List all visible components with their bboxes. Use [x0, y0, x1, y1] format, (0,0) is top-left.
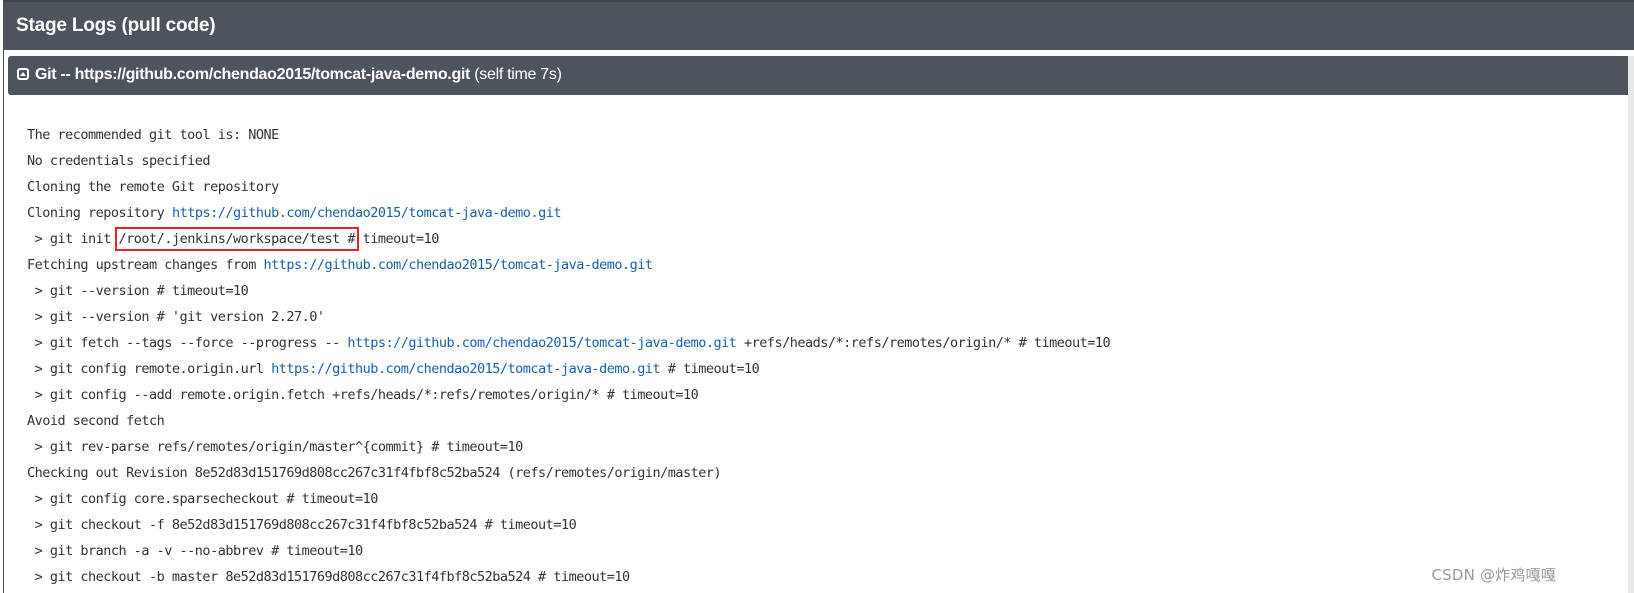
step-title: Git -- https://github.com/chendao2015/to… — [35, 66, 562, 84]
vertical-scrollbar[interactable] — [1628, 56, 1634, 593]
log-line: Avoid second fetch — [27, 413, 165, 429]
log-line: > git rev-parse refs/remotes/origin/mast… — [27, 439, 524, 455]
log-line: > git config --add remote.origin.fetch +… — [27, 387, 699, 403]
log-text: Cloning repository — [27, 205, 172, 221]
log-line: > git fetch --tags --force --progress --… — [27, 330, 1587, 356]
log-line: > git --version # timeout=10 — [27, 283, 249, 299]
stage-logs-panel: Stage Logs (pull code) Git -- https://gi… — [3, 0, 1634, 593]
log-line: > git config remote.origin.url https://g… — [27, 356, 1587, 382]
collapse-square-icon[interactable] — [17, 68, 29, 80]
log-text: Fetching upstream changes from — [27, 257, 264, 273]
log-line: > git checkout -b master 8e52d83d151769d… — [27, 569, 630, 585]
stage-header: Stage Logs (pull code) — [4, 0, 1634, 50]
log-line: > git checkout -f 8e52d83d151769d808cc26… — [27, 517, 577, 533]
log-line: No credentials specified — [27, 153, 211, 169]
repo-link[interactable]: https://github.com/chendao2015/tomcat-ja… — [172, 205, 562, 221]
log-line: > git --version # 'git version 2.27.0' — [27, 309, 325, 325]
log-text: +refs/heads/*:refs/remotes/origin/* # ti… — [736, 335, 1111, 351]
highlighted-workspace-path: /root/.jenkins/workspace/test # — [114, 227, 360, 251]
log-line: Cloning repository https://github.com/ch… — [27, 200, 1587, 226]
log-line: > git config core.sparsecheckout # timeo… — [27, 491, 379, 507]
step-self-time: (self time 7s) — [474, 66, 562, 83]
log-line-git-init: > git init /root/.jenkins/workspace/test… — [27, 226, 1587, 252]
stage-title: Stage Logs (pull code) — [16, 15, 216, 36]
log-text: timeout=10 — [355, 231, 440, 247]
log-text: # timeout=10 — [660, 361, 760, 377]
log-text: > git init — [27, 231, 119, 247]
log-text: > git fetch --tags --force --progress -- — [27, 335, 348, 351]
log-text: > git config remote.origin.url — [27, 361, 272, 377]
csdn-watermark: CSDN @炸鸡嘎嘎 — [1431, 566, 1556, 584]
repo-link[interactable]: https://github.com/chendao2015/tomcat-ja… — [347, 335, 737, 351]
repo-link[interactable]: https://github.com/chendao2015/tomcat-ja… — [271, 361, 661, 377]
log-line: Fetching upstream changes from https://g… — [27, 252, 1587, 278]
log-line: > git branch -a -v --no-abbrev # timeout… — [27, 543, 364, 559]
step-label: Git -- https://github.com/chendao2015/to… — [35, 66, 471, 83]
log-line: Cloning the remote Git repository — [27, 179, 279, 195]
git-step-header[interactable]: Git -- https://github.com/chendao2015/to… — [8, 56, 1634, 95]
log-line: The recommended git tool is: NONE — [27, 127, 279, 143]
log-output: The recommended git tool is: NONE No cre… — [27, 122, 1587, 590]
repo-link[interactable]: https://github.com/chendao2015/tomcat-ja… — [263, 257, 653, 273]
log-line: Checking out Revision 8e52d83d151769d808… — [27, 465, 722, 481]
